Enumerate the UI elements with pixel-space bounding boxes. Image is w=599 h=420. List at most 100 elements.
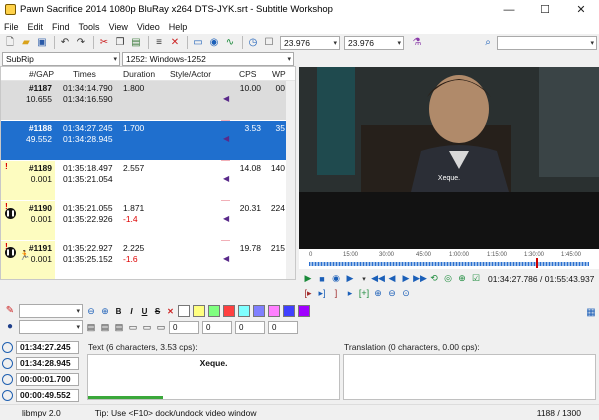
copy-icon[interactable]: ❐: [113, 36, 127, 50]
actor-select[interactable]: ▾: [19, 320, 83, 334]
zoom-fit-icon[interactable]: ⊙: [400, 287, 412, 299]
input-fps-select[interactable]: 23.976 ▾: [280, 35, 340, 50]
margin-bottom-input[interactable]: 0: [268, 320, 298, 334]
grid-scrollbar[interactable]: [286, 81, 295, 279]
header-gap[interactable]: #/GAP: [29, 69, 54, 79]
style-select[interactable]: ▾: [19, 304, 83, 318]
new-file-icon[interactable]: 🗋: [3, 36, 17, 50]
strikeout-button[interactable]: S: [152, 306, 163, 317]
encoding-select[interactable]: 1252: Windows-1252 ▾: [122, 52, 294, 66]
align-left-icon[interactable]: ▤: [85, 321, 97, 333]
play-fragment-icon[interactable]: ▶: [344, 273, 356, 285]
color-swatch[interactable]: [253, 305, 265, 317]
color-swatch[interactable]: [268, 305, 280, 317]
align-center-icon[interactable]: ▤: [99, 321, 111, 333]
checkbox-icon[interactable]: ☐: [262, 36, 276, 50]
target-icon[interactable]: ⊕: [456, 273, 468, 285]
color-swatch[interactable]: [193, 305, 205, 317]
underline-button[interactable]: U: [139, 306, 150, 317]
checkbox-icon[interactable]: ☑: [470, 273, 482, 285]
color-swatch[interactable]: [178, 305, 190, 317]
next-icon[interactable]: ▸]: [316, 287, 328, 299]
margin-right-input[interactable]: 0: [202, 320, 232, 334]
start-time-input[interactable]: 01:34:27.245: [16, 340, 79, 354]
table-row[interactable]: #1189 0.001 01:35:18.497 01:35:21.054 2.557 1…: [1, 161, 286, 200]
set-start-icon[interactable]: [▸: [302, 287, 314, 299]
pause-icon[interactable]: ❚❚: [5, 208, 16, 219]
text-editor[interactable]: Xeque.: [87, 354, 340, 400]
margin-top-input[interactable]: 0: [235, 320, 265, 334]
timeline-playhead[interactable]: [535, 258, 538, 268]
loop-icon[interactable]: ⟲: [428, 273, 440, 285]
set-end-icon[interactable]: ]: [330, 287, 342, 299]
waveform-icon[interactable]: ∿: [223, 36, 237, 50]
format-select[interactable]: SubRip ▾: [2, 52, 120, 66]
redo-icon[interactable]: ↷: [74, 36, 88, 50]
maximize-button[interactable]: ☐: [527, 0, 563, 19]
duration-input[interactable]: 00:00:01.700: [16, 372, 79, 386]
back-icon[interactable]: ◀: [386, 273, 398, 285]
color-swatch[interactable]: [223, 305, 235, 317]
calendar-icon[interactable]: ▦: [584, 306, 598, 320]
paste-icon[interactable]: ▤: [129, 36, 143, 50]
table-row[interactable]: #1191 0.001 01:35:22.927 01:35:25.152 2.225-…: [1, 241, 286, 279]
color-swatch[interactable]: [208, 305, 220, 317]
insert-icon[interactable]: [+]: [358, 287, 370, 299]
timeline-bar[interactable]: [309, 262, 589, 266]
align-right-icon[interactable]: ▤: [113, 321, 125, 333]
align-bottom-icon[interactable]: ▭: [127, 321, 139, 333]
rewind-icon[interactable]: ◀◀: [371, 273, 385, 285]
timing-icon[interactable]: ▭: [191, 36, 205, 50]
menu-help[interactable]: Help: [169, 22, 188, 32]
stopwatch-icon[interactable]: ◷: [246, 36, 260, 50]
video-timeline[interactable]: 0 15:00 30:00 45:00 1:00:00 1:15:00 1:30…: [299, 249, 599, 269]
user-icon[interactable]: ●: [3, 320, 17, 334]
previous-icon[interactable]: ⊖: [85, 305, 97, 317]
zoom-in-icon[interactable]: ⊕: [372, 287, 384, 299]
menu-file[interactable]: File: [4, 22, 19, 32]
table-row[interactable]: #1190 0.001 01:35:21.055 01:35:22.926 1.871-…: [1, 201, 286, 240]
header-style-actor[interactable]: Style/Actor: [170, 69, 211, 79]
menu-video[interactable]: Video: [137, 22, 160, 32]
next-icon[interactable]: ⊕: [99, 305, 111, 317]
video-player[interactable]: Xeque.: [299, 67, 599, 249]
zoom-out-icon[interactable]: ⊖: [386, 287, 398, 299]
table-row[interactable]: #1188 49.552 01:34:27.245 01:34:28.945 1.700…: [1, 121, 286, 160]
menu-tools[interactable]: Tools: [79, 22, 100, 32]
forward-icon[interactable]: ▸: [344, 287, 356, 299]
align-middle-icon[interactable]: ▭: [141, 321, 153, 333]
minimize-button[interactable]: —: [491, 0, 527, 19]
delete-line-icon[interactable]: ✕: [168, 36, 182, 50]
header-cps[interactable]: CPS: [239, 69, 256, 79]
cut-icon[interactable]: ✂: [97, 36, 111, 50]
italic-button[interactable]: I: [126, 306, 137, 317]
insert-line-icon[interactable]: ≡: [152, 36, 166, 50]
table-row[interactable]: #1187 10.655 01:34:14.790 01:34:16.590 1.800…: [1, 81, 286, 120]
open-folder-icon[interactable]: ▰: [19, 36, 33, 50]
forward-icon[interactable]: ▶: [400, 273, 412, 285]
header-wp[interactable]: WP: [272, 69, 286, 79]
search-icon[interactable]: ⌕: [481, 36, 495, 50]
translation-editor[interactable]: [343, 354, 596, 400]
align-top-icon[interactable]: ▭: [155, 321, 167, 333]
bold-button[interactable]: B: [113, 306, 124, 317]
remove-format-button[interactable]: ✕: [165, 306, 176, 317]
chevron-down-icon[interactable]: ▾: [358, 273, 370, 285]
search-select[interactable]: ▾: [497, 35, 597, 50]
play-icon[interactable]: ▶: [302, 273, 314, 285]
output-fps-select[interactable]: 23.976 ▾: [344, 35, 404, 50]
undo-icon[interactable]: ↶: [58, 36, 72, 50]
end-time-input[interactable]: 01:34:28.945: [16, 356, 79, 370]
pause-icon[interactable]: ❚❚: [5, 247, 16, 258]
color-swatch[interactable]: [298, 305, 310, 317]
menu-edit[interactable]: Edit: [28, 22, 44, 32]
play-selection-icon[interactable]: ◉: [330, 273, 342, 285]
save-icon[interactable]: ▣: [35, 36, 49, 50]
menu-find[interactable]: Find: [52, 22, 70, 32]
color-swatch[interactable]: [238, 305, 250, 317]
header-duration[interactable]: Duration: [123, 69, 155, 79]
menu-view[interactable]: View: [109, 22, 128, 32]
margin-left-input[interactable]: 0: [169, 320, 199, 334]
stop-icon[interactable]: ■: [316, 273, 328, 285]
flask-icon[interactable]: ⚗: [410, 36, 424, 50]
